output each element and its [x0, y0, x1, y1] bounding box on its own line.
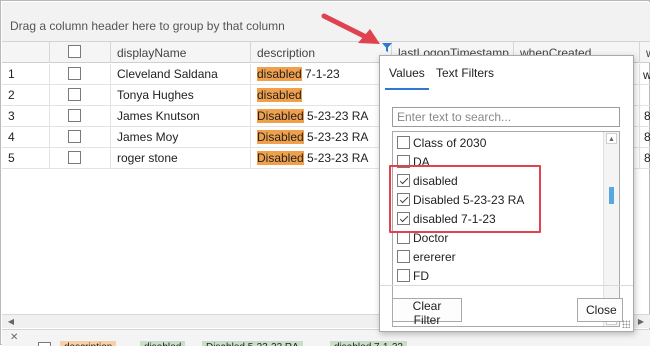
cell-displayname[interactable]: James Moy: [111, 127, 251, 148]
cell-description[interactable]: disabled 7-1-23: [251, 64, 392, 85]
list-item[interactable]: Class of 2030: [393, 133, 603, 152]
description-rest: 5-23-23 RA: [303, 130, 369, 144]
item-label: FD: [413, 269, 429, 283]
tab-values[interactable]: Values: [385, 66, 429, 90]
filter-tabs: Values Text Filters: [380, 56, 633, 90]
annotation-arrow-icon: [321, 13, 380, 44]
divider: [380, 285, 633, 286]
filter-chip[interactable]: Disabled 5-23-23 RA: [202, 341, 303, 346]
cell-displayname[interactable]: Cleveland Saldana: [111, 64, 251, 85]
clear-filter-button[interactable]: Clear Filter: [392, 298, 462, 327]
item-label: Doctor: [413, 231, 449, 245]
cell-description[interactable]: disabled: [251, 85, 392, 106]
item-checkbox[interactable]: [397, 136, 410, 149]
description-rest: 7-1-23: [301, 67, 340, 81]
search-input[interactable]: [392, 107, 620, 127]
item-checkbox[interactable]: [397, 269, 410, 282]
row-checkbox-cell[interactable]: [50, 85, 111, 106]
filter-chip[interactable]: disabled: [140, 341, 186, 346]
cell-displayname[interactable]: James Knutson: [111, 106, 251, 127]
row-checkbox-cell[interactable]: [50, 148, 111, 169]
search-highlight: Disabled: [257, 151, 304, 165]
list-item[interactable]: FD: [393, 266, 603, 285]
select-all-checkbox[interactable]: [68, 45, 81, 58]
row-1-edge: w: [643, 68, 650, 82]
column-header-displayname[interactable]: displayName: [111, 42, 251, 63]
vertical-scrollbar[interactable]: ▲ ▼: [603, 132, 619, 326]
close-button[interactable]: Close: [577, 298, 623, 322]
filter-chip[interactable]: description: [60, 341, 117, 346]
item-checkbox[interactable]: [397, 250, 410, 263]
filter-chip[interactable]: disabled 7-1-23: [330, 341, 407, 346]
row-number: 5: [2, 148, 50, 169]
row-number: 3: [2, 106, 50, 127]
cell-extra[interactable]: [640, 85, 650, 106]
cell-description[interactable]: Disabled 5-23-23 RA: [251, 148, 392, 169]
row-number: 2: [2, 85, 50, 106]
row-checkbox-cell[interactable]: [50, 64, 111, 85]
item-label: erererer: [413, 250, 456, 264]
row-checkbox[interactable]: [68, 67, 81, 80]
scroll-right-icon[interactable]: ▶: [635, 316, 647, 328]
column-header-extra[interactable]: w: [640, 42, 650, 63]
search-highlight: disabled: [257, 88, 302, 102]
row-number-header: [2, 42, 50, 63]
row-number: 4: [2, 127, 50, 148]
description-rest: 5-23-23 RA: [303, 151, 369, 165]
cell-extra[interactable]: 8,: [640, 127, 650, 148]
scroll-left-icon[interactable]: ◀: [5, 316, 17, 328]
search-highlight: Disabled: [257, 109, 304, 123]
cell-extra[interactable]: 8,: [640, 106, 650, 127]
cell-displayname[interactable]: roger stone: [111, 148, 251, 169]
cell-displayname[interactable]: Tonya Hughes: [111, 85, 251, 106]
annotation-highlight-box: [389, 165, 541, 233]
item-label: Class of 2030: [413, 136, 487, 150]
search-highlight: disabled: [257, 67, 302, 81]
tab-text-filters[interactable]: Text Filters: [436, 66, 494, 80]
resize-grip-icon[interactable]: [622, 320, 630, 328]
scroll-up-icon[interactable]: ▲: [606, 133, 617, 144]
select-all-header[interactable]: [50, 42, 111, 63]
enable-filter-checkbox[interactable]: [38, 342, 51, 346]
row-checkbox-cell[interactable]: [50, 106, 111, 127]
row-number: 1: [2, 64, 50, 85]
row-checkbox-cell[interactable]: [50, 127, 111, 148]
description-rest: 5-23-23 RA: [303, 109, 369, 123]
row-checkbox[interactable]: [68, 130, 81, 143]
group-panel-hint: Drag a column header here to group by th…: [10, 19, 285, 33]
scroll-thumb[interactable]: [609, 187, 614, 204]
cell-extra[interactable]: 8,: [640, 148, 650, 169]
row-checkbox[interactable]: [68, 109, 81, 122]
list-item[interactable]: erererer: [393, 247, 603, 266]
column-header-label: description: [257, 46, 316, 60]
search-highlight: Disabled: [257, 130, 304, 144]
column-header-label: w: [646, 46, 650, 60]
row-checkbox[interactable]: [68, 151, 81, 164]
column-header-label: displayName: [117, 46, 187, 60]
cell-description[interactable]: Disabled 5-23-23 RA: [251, 106, 392, 127]
cell-description[interactable]: Disabled 5-23-23 RA: [251, 127, 392, 148]
clear-filter-icon[interactable]: ✕: [10, 332, 18, 343]
row-checkbox[interactable]: [68, 88, 81, 101]
